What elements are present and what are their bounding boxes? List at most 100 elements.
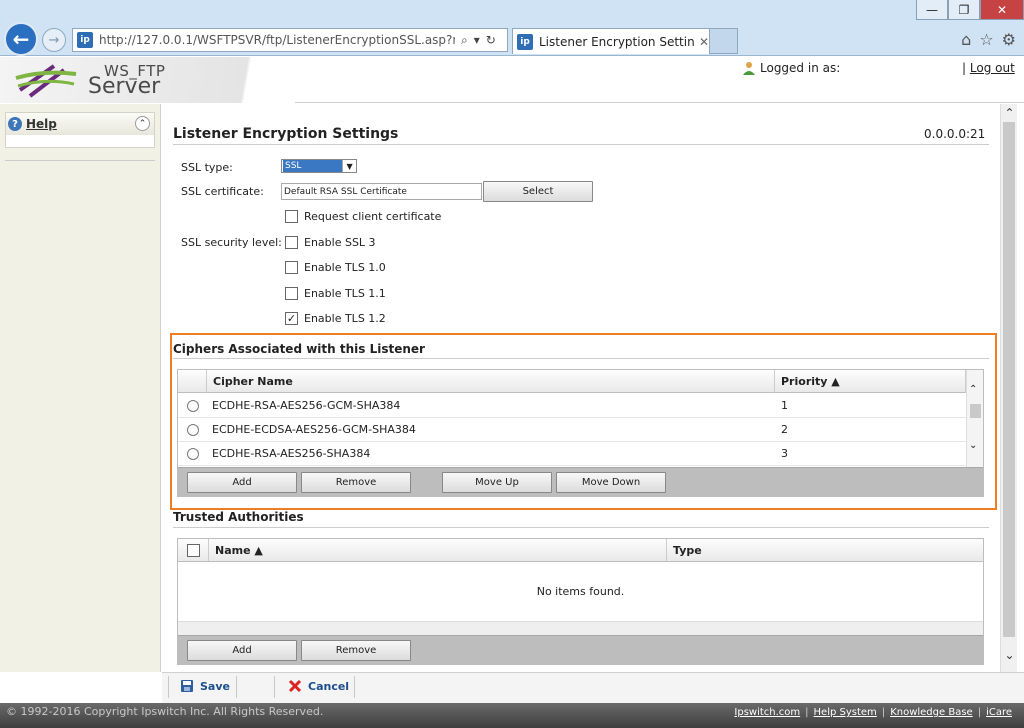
cipher-priority: 2	[781, 423, 788, 436]
star-icon[interactable]: ☆	[979, 30, 993, 49]
page-title: Listener Encryption Settings	[173, 126, 399, 142]
forward-button[interactable]: →	[42, 28, 66, 52]
select-all-checkbox[interactable]	[186, 543, 200, 557]
add-authority-button[interactable]: Add	[187, 640, 297, 661]
move-up-button[interactable]: Move Up	[442, 472, 552, 493]
home-icon[interactable]: ⌂	[961, 30, 971, 49]
cipher-name-column-header[interactable]: Cipher Name	[207, 370, 775, 393]
name-column-header[interactable]: Name ▲	[209, 539, 667, 562]
remove-cipher-button[interactable]: Remove	[301, 472, 411, 493]
help-icon: ?	[8, 117, 22, 131]
ssl-certificate-field[interactable]: Default RSA SSL Certificate	[281, 183, 482, 200]
footer-link-icare[interactable]: iCare	[986, 707, 1012, 718]
close-window-button[interactable]: ✕	[980, 0, 1024, 20]
enable-tls10-checkbox[interactable]	[285, 261, 298, 274]
add-cipher-button[interactable]: Add	[187, 472, 297, 493]
divider	[173, 358, 989, 359]
ssl-type-value: SSL Enabled	[283, 160, 343, 183]
search-icon[interactable]: ⌕	[461, 33, 468, 48]
ciphers-scrollbar[interactable]: ⌃ ⌄	[966, 370, 983, 467]
logout-area: | Log out	[962, 61, 1015, 75]
ciphers-grid: Cipher Name Priority ▲ ECDHE-RSA-AES256-…	[177, 369, 984, 497]
table-row[interactable]: ECDHE-RSA-AES256-SHA384 3	[178, 442, 966, 466]
enable-ssl3-row[interactable]: Enable SSL 3	[285, 236, 376, 249]
copyright-text: © 1992-2016 Copyright Ipswitch Inc. All …	[6, 705, 324, 718]
scroll-down-icon[interactable]: ⌄	[969, 440, 977, 451]
left-pane	[0, 104, 161, 672]
select-column-header	[178, 370, 207, 393]
enable-tls11-row[interactable]: Enable TLS 1.1	[285, 287, 386, 300]
enable-tls12-row[interactable]: ✓ Enable TLS 1.2	[285, 312, 386, 325]
back-arrow-icon: ←	[12, 27, 30, 51]
window-controls: — ❐ ✕	[916, 0, 1024, 20]
tab-site-icon: ip	[517, 33, 533, 50]
empty-message: No items found.	[536, 585, 625, 598]
save-button[interactable]: Save	[180, 679, 230, 693]
select-certificate-button[interactable]: Select	[483, 181, 593, 202]
back-button[interactable]: ←	[4, 22, 38, 56]
minimize-button[interactable]: —	[916, 0, 948, 20]
save-label: Save	[200, 679, 230, 693]
cipher-name: ECDHE-RSA-AES256-SHA384	[212, 447, 371, 460]
row-radio[interactable]	[187, 423, 199, 436]
footer-links: Ipswitch.com | Help System | Knowledge B…	[734, 707, 1012, 718]
url-text[interactable]: http://127.0.0.1/WSFTPSVR/ftp/ListenerEn…	[99, 33, 455, 47]
ssl-certificate-label: SSL certificate:	[181, 185, 264, 198]
footer-link-help-system[interactable]: Help System	[814, 707, 877, 718]
trusted-button-bar: Add Remove	[178, 635, 983, 665]
scroll-up-icon[interactable]: ⌃	[969, 384, 977, 395]
floppy-disk-icon	[181, 680, 193, 692]
cipher-priority: 3	[781, 447, 788, 460]
scroll-thumb[interactable]	[1003, 122, 1015, 637]
browser-tools: ⌂ ☆ ⚙	[961, 30, 1016, 49]
footer-link-knowledge-base[interactable]: Knowledge Base	[890, 707, 973, 718]
priority-column-header[interactable]: Priority ▲	[775, 370, 966, 393]
refresh-icon[interactable]: ↻	[486, 33, 496, 47]
divider	[236, 676, 237, 698]
divider	[173, 144, 989, 145]
collapse-icon[interactable]: ⌃	[135, 116, 150, 131]
cipher-name: ECDHE-ECDSA-AES256-GCM-SHA384	[212, 423, 416, 436]
tab-close-icon[interactable]: ✕	[699, 35, 709, 49]
enable-tls10-label: Enable TLS 1.0	[304, 261, 386, 274]
move-down-button[interactable]: Move Down	[556, 472, 666, 493]
maximize-button[interactable]: ❐	[948, 0, 980, 20]
footer-separator: |	[805, 707, 809, 718]
table-row[interactable]: ECDHE-ECDSA-AES256-GCM-SHA384 2	[178, 418, 966, 442]
cancel-label: Cancel	[308, 679, 350, 693]
browser-tab[interactable]: ip Listener Encryption Settings... ✕	[512, 28, 710, 54]
row-radio[interactable]	[187, 447, 199, 460]
scroll-down-icon[interactable]: ⌄	[1001, 648, 1018, 662]
scroll-thumb[interactable]	[970, 404, 981, 418]
scroll-up-icon[interactable]: ⌃	[1001, 106, 1018, 120]
trusted-grid: Name ▲ Type No items found. Add Remove	[177, 538, 984, 665]
enable-tls12-checkbox[interactable]: ✓	[285, 312, 298, 325]
new-tab-button[interactable]	[710, 28, 738, 54]
request-client-cert-row[interactable]: Request client certificate	[285, 210, 441, 223]
chevron-down-icon[interactable]: ▼	[342, 160, 356, 172]
logout-link[interactable]: Log out	[970, 61, 1015, 75]
ciphers-section-title: Ciphers Associated with this Listener	[173, 342, 425, 356]
site-icon: ip	[77, 32, 93, 48]
request-client-cert-checkbox[interactable]	[285, 210, 298, 223]
help-link[interactable]: Help	[26, 117, 57, 131]
type-column-header[interactable]: Type	[667, 539, 983, 562]
gear-icon[interactable]: ⚙	[1002, 30, 1016, 49]
enable-ssl3-label: Enable SSL 3	[304, 236, 376, 249]
footer-separator: |	[977, 707, 982, 718]
row-radio[interactable]	[187, 399, 199, 412]
table-row[interactable]: ECDHE-RSA-AES256-GCM-SHA384 1	[178, 394, 966, 418]
address-bar[interactable]: ip http://127.0.0.1/WSFTPSVR/ftp/Listene…	[72, 28, 508, 52]
footer-link-ipswitch[interactable]: Ipswitch.com	[734, 707, 800, 718]
enable-tls10-row[interactable]: Enable TLS 1.0	[285, 261, 386, 274]
page-scrollbar[interactable]: ⌃ ⌄	[1000, 104, 1017, 672]
dropdown-icon[interactable]: ▾	[474, 33, 480, 47]
enable-ssl3-checkbox[interactable]	[285, 236, 298, 249]
divider	[354, 676, 355, 698]
cancel-button[interactable]: Cancel	[288, 679, 349, 693]
remove-authority-button[interactable]: Remove	[301, 640, 411, 661]
ssl-type-select[interactable]: SSL Enabled ▼	[281, 159, 357, 183]
enable-tls12-label: Enable TLS 1.2	[304, 312, 386, 325]
ciphers-button-bar: Add Remove Move Up Move Down	[178, 467, 983, 497]
enable-tls11-checkbox[interactable]	[285, 287, 298, 300]
